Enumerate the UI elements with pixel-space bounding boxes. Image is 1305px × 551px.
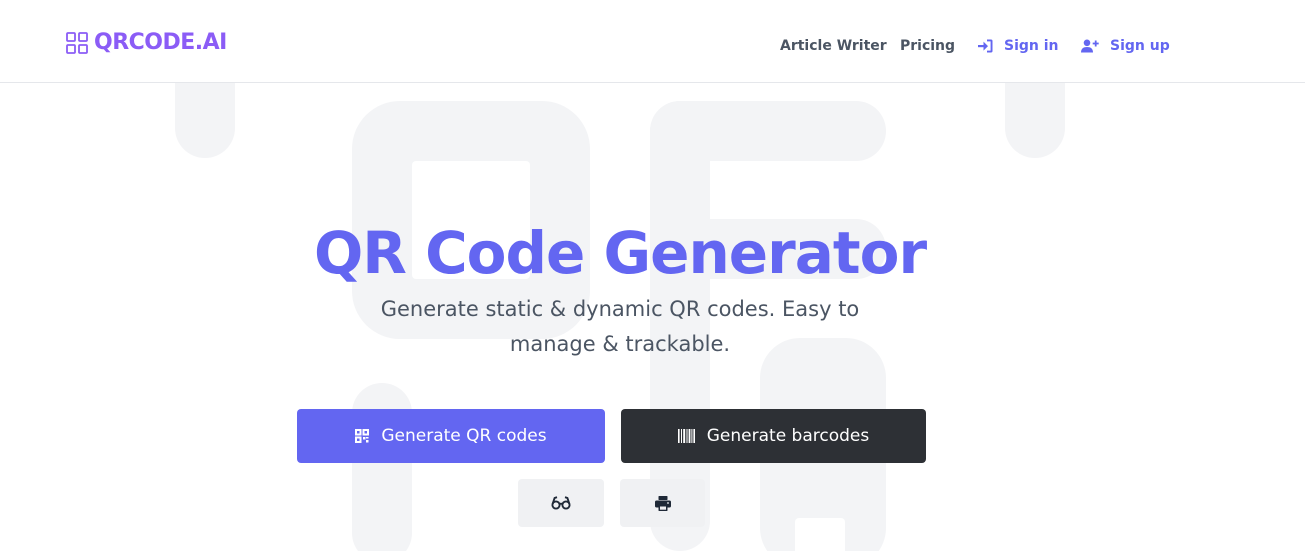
logo-text: QRCODE.AI	[94, 30, 227, 55]
sign-in-icon	[978, 39, 993, 53]
nav-sign-up[interactable]: Sign up	[1081, 36, 1170, 56]
sign-up-label: Sign up	[1110, 38, 1170, 54]
nav-pricing[interactable]: Pricing	[900, 36, 955, 56]
qr-logo-icon	[66, 32, 88, 54]
hero-subtitle: Generate static & dynamic QR codes. Easy…	[380, 297, 860, 356]
page-title: QR Code Generator	[313, 219, 927, 287]
barcode-icon	[677, 429, 695, 443]
generate-barcodes-label: Generate barcodes	[706, 426, 870, 446]
nav-sign-in[interactable]: Sign in	[978, 36, 1059, 56]
glasses-button[interactable]	[518, 479, 604, 527]
glasses-icon	[551, 496, 571, 510]
generate-qr-codes-label: Generate QR codes	[381, 426, 547, 446]
generate-barcodes-button[interactable]: Generate barcodes	[621, 409, 926, 463]
user-plus-icon	[1081, 39, 1099, 53]
logo[interactable]: QRCODE.AI	[66, 30, 227, 56]
top-navbar: QRCODE.AI Article Writer Pricing Sign in…	[0, 0, 1305, 83]
printer-icon	[654, 495, 671, 511]
nav-article-writer[interactable]: Article Writer	[780, 36, 887, 56]
generate-qr-codes-button[interactable]: Generate QR codes	[297, 409, 605, 463]
print-button[interactable]	[620, 479, 705, 527]
sign-in-label: Sign in	[1004, 38, 1059, 54]
qr-code-icon	[355, 429, 370, 443]
